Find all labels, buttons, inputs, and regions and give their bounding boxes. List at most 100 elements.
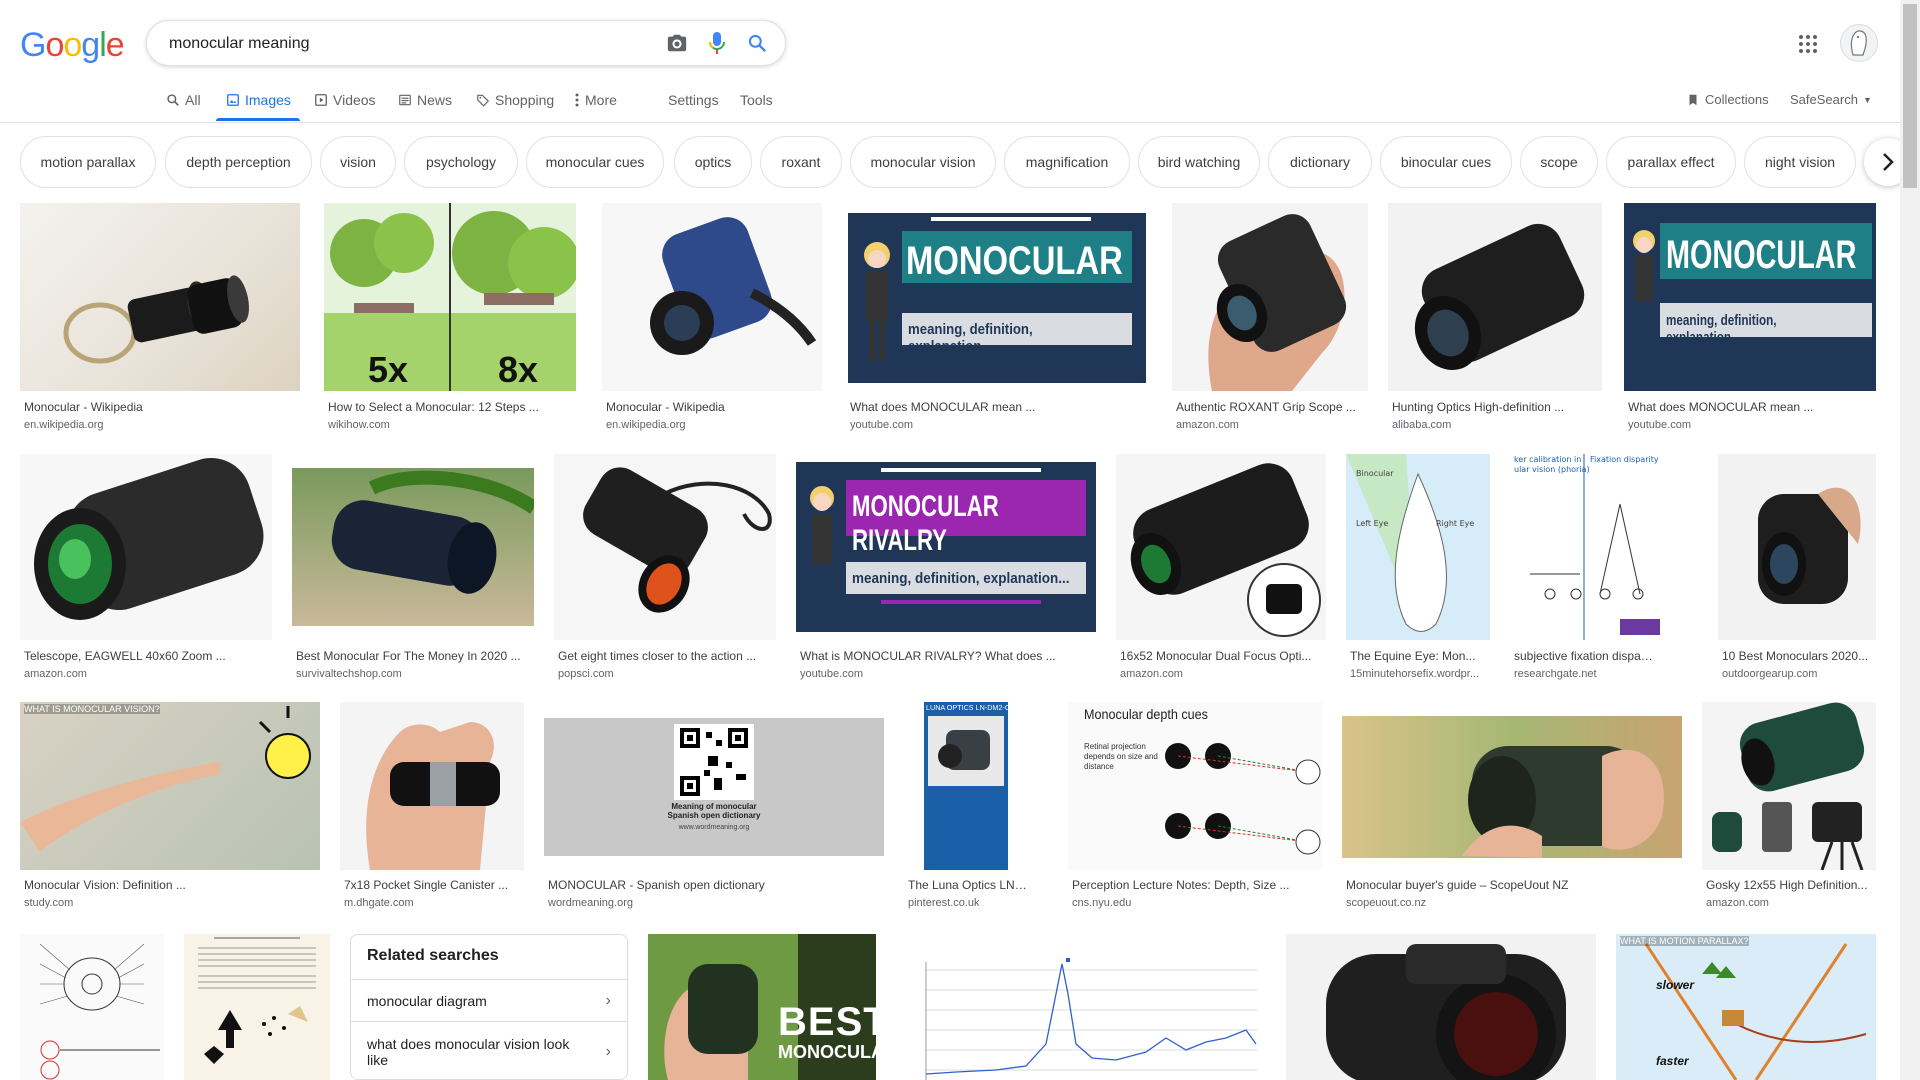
collections-link[interactable]: Collections [1686,92,1769,107]
result-title: What does MONOCULAR mean ... [1628,400,1814,414]
chip[interactable]: parallax effect [1606,136,1736,188]
svg-text:Right Eye: Right Eye [1436,519,1474,528]
result-thumbnail: WHAT IS MOTION PARALLAX? slower faster [1616,934,1876,1080]
chip[interactable]: roxant [760,136,842,188]
result-title: Perception Lecture Notes: Depth, Size ..… [1072,878,1290,892]
image-result[interactable]: MONOCULAR RIVALRY meaning, definition, e… [796,454,1096,684]
bookmark-icon [1689,94,1697,105]
result-thumbnail: MONOCULAR RIVALRY meaning, definition, e… [796,454,1096,640]
image-result[interactable]: MONOCULAR meaning, definition, explanati… [846,203,1148,433]
chip[interactable]: dictionary [1268,136,1372,188]
image-result[interactable]: BEST MONOCULAR [648,934,876,1080]
result-thumbnail: WHAT IS MONOCULAR VISION? [20,702,320,870]
chevron-right-icon: › [605,1042,611,1060]
result-source: amazon.com [1176,419,1239,431]
related-searches-panel: Related searches monocular diagram › wha… [350,934,628,1080]
search-box [146,20,786,66]
image-result[interactable]: 16x52 Monocular Dual Focus Opti... amazo… [1116,454,1326,684]
image-result[interactable] [184,934,330,1080]
thumb-label: Retinal projection depends on size and d… [1084,742,1158,771]
tab-images[interactable]: Images [226,92,291,108]
chip[interactable]: motion parallax [20,136,156,188]
chip[interactable]: bird watching [1138,136,1260,188]
result-thumbnail [292,454,534,640]
image-result[interactable]: Authentic ROXANT Grip Scope ... amazon.c… [1172,203,1368,433]
image-result[interactable]: WHAT IS MOTION PARALLAX? slower faster [1616,934,1876,1080]
apps-grid-icon[interactable] [1796,32,1820,56]
result-source: scopeuout.co.nz [1346,897,1427,909]
result-thumbnail [1702,702,1876,870]
settings-link[interactable]: Settings [668,92,719,108]
chip[interactable]: binocular cues [1380,136,1512,188]
tab-videos[interactable]: Videos [314,92,376,108]
result-source: alibaba.com [1392,419,1452,431]
chip[interactable]: magnification [1004,136,1130,188]
chip[interactable]: night vision [1744,136,1856,188]
image-result[interactable]: MONOCULAR meaning, definition, explanati… [1624,203,1876,433]
image-result[interactable]: Get eight times closer to the action ...… [554,454,776,684]
scrollbar-thumb[interactable] [1903,4,1917,188]
thumb-label: BEST [778,1000,876,1044]
safesearch-menu[interactable]: SafeSearch ▼ [1790,92,1872,107]
result-source: en.wikipedia.org [606,419,686,431]
account-avatar[interactable] [1840,24,1878,62]
image-result[interactable]: Best Monocular For The Money In 2020 ...… [292,454,534,684]
more-vert-icon [575,93,579,107]
image-result[interactable]: WHAT IS MONOCULAR VISION? Monocular Visi… [20,702,320,922]
search-input[interactable] [167,31,631,57]
tab-more[interactable]: More [574,92,617,108]
chip[interactable]: monocular vision [850,136,996,188]
result-source: 15minutehorsefix.wordpr... [1350,668,1480,680]
image-result[interactable]: Telescope, EAGWELL 40x60 Zoom ... amazon… [20,454,272,684]
microphone-icon[interactable] [705,31,729,55]
camera-icon[interactable] [665,31,689,55]
result-source: researchgate.net [1514,668,1597,680]
image-result[interactable]: 10 Best Monoculars 2020... outdoorgearup… [1718,454,1876,684]
chip[interactable]: optics [674,136,752,188]
active-tab-indicator [216,118,300,121]
tab-all[interactable]: All [166,92,201,108]
image-result[interactable]: LUNA OPTICS LN-DM2-C The Luna Optics LN-… [904,702,1028,922]
result-thumbnail [184,934,330,1080]
result-thumbnail [1718,454,1876,640]
related-searches-heading: Related searches [367,947,499,964]
result-thumbnail [1286,934,1596,1080]
tab-shopping[interactable]: Shopping [476,92,554,108]
image-result[interactable]: Binocular Left Eye Right Eye The Equine Ey… [1346,454,1490,684]
image-result[interactable]: Monocular - Wikipedia en.wikipedia.org [20,203,300,433]
image-result[interactable]: ker calibration in ular vision (phoria) Fi… [1510,454,1660,684]
result-source: pinterest.co.uk [908,897,980,909]
result-thumbnail: MONOCULAR meaning, definition, explanati… [1624,203,1876,391]
chevron-right-icon: › [605,991,611,1009]
result-source: en.wikipedia.org [24,419,104,431]
chip[interactable]: monocular cues [526,136,664,188]
image-result[interactable] [896,934,1266,1080]
image-result[interactable]: 7x18 Pocket Single Canister ... m.dhgate… [340,702,524,922]
tab-news[interactable]: News [398,92,452,108]
thumb-label: 8x [498,349,539,390]
chip[interactable]: psychology [404,136,518,188]
related-search-item[interactable]: what does monocular vision look like › [351,1021,627,1079]
tools-link[interactable]: Tools [740,92,773,108]
image-result[interactable]: 5x 8x How to Select a Monocular: 12 Step… [324,203,576,433]
chevron-right-icon [1883,153,1894,171]
result-source: survivaltechshop.com [296,668,402,680]
result-title: Authentic ROXANT Grip Scope ... [1176,400,1356,414]
image-result[interactable]: Gosky 12x55 High Definition... amazon.co… [1702,702,1876,922]
chip[interactable]: vision [320,136,396,188]
image-result[interactable]: Monocular depth cues Retinal projection … [1068,702,1322,922]
search-icon[interactable] [745,31,769,55]
chip[interactable]: depth perception [165,136,312,188]
chip[interactable]: scope [1520,136,1598,188]
image-result[interactable] [20,934,164,1080]
google-logo[interactable]: Google [20,26,125,65]
image-result[interactable]: Monocular - Wikipedia en.wikipedia.org [602,203,822,433]
result-thumbnail [20,454,272,640]
image-result[interactable]: Hunting Optics High-definition ... aliba… [1388,203,1602,433]
result-thumbnail: BEST MONOCULAR [648,934,876,1080]
image-result[interactable] [1286,934,1596,1080]
related-search-item[interactable]: monocular diagram › [351,979,627,1021]
image-result[interactable]: Monocular buyer's guide – ScopeUout NZ s… [1342,702,1682,922]
image-result[interactable]: Meaning of monocular Spanish open dictio… [544,702,884,922]
thumb-label: MONOCULAR RIVALRY [852,490,999,557]
